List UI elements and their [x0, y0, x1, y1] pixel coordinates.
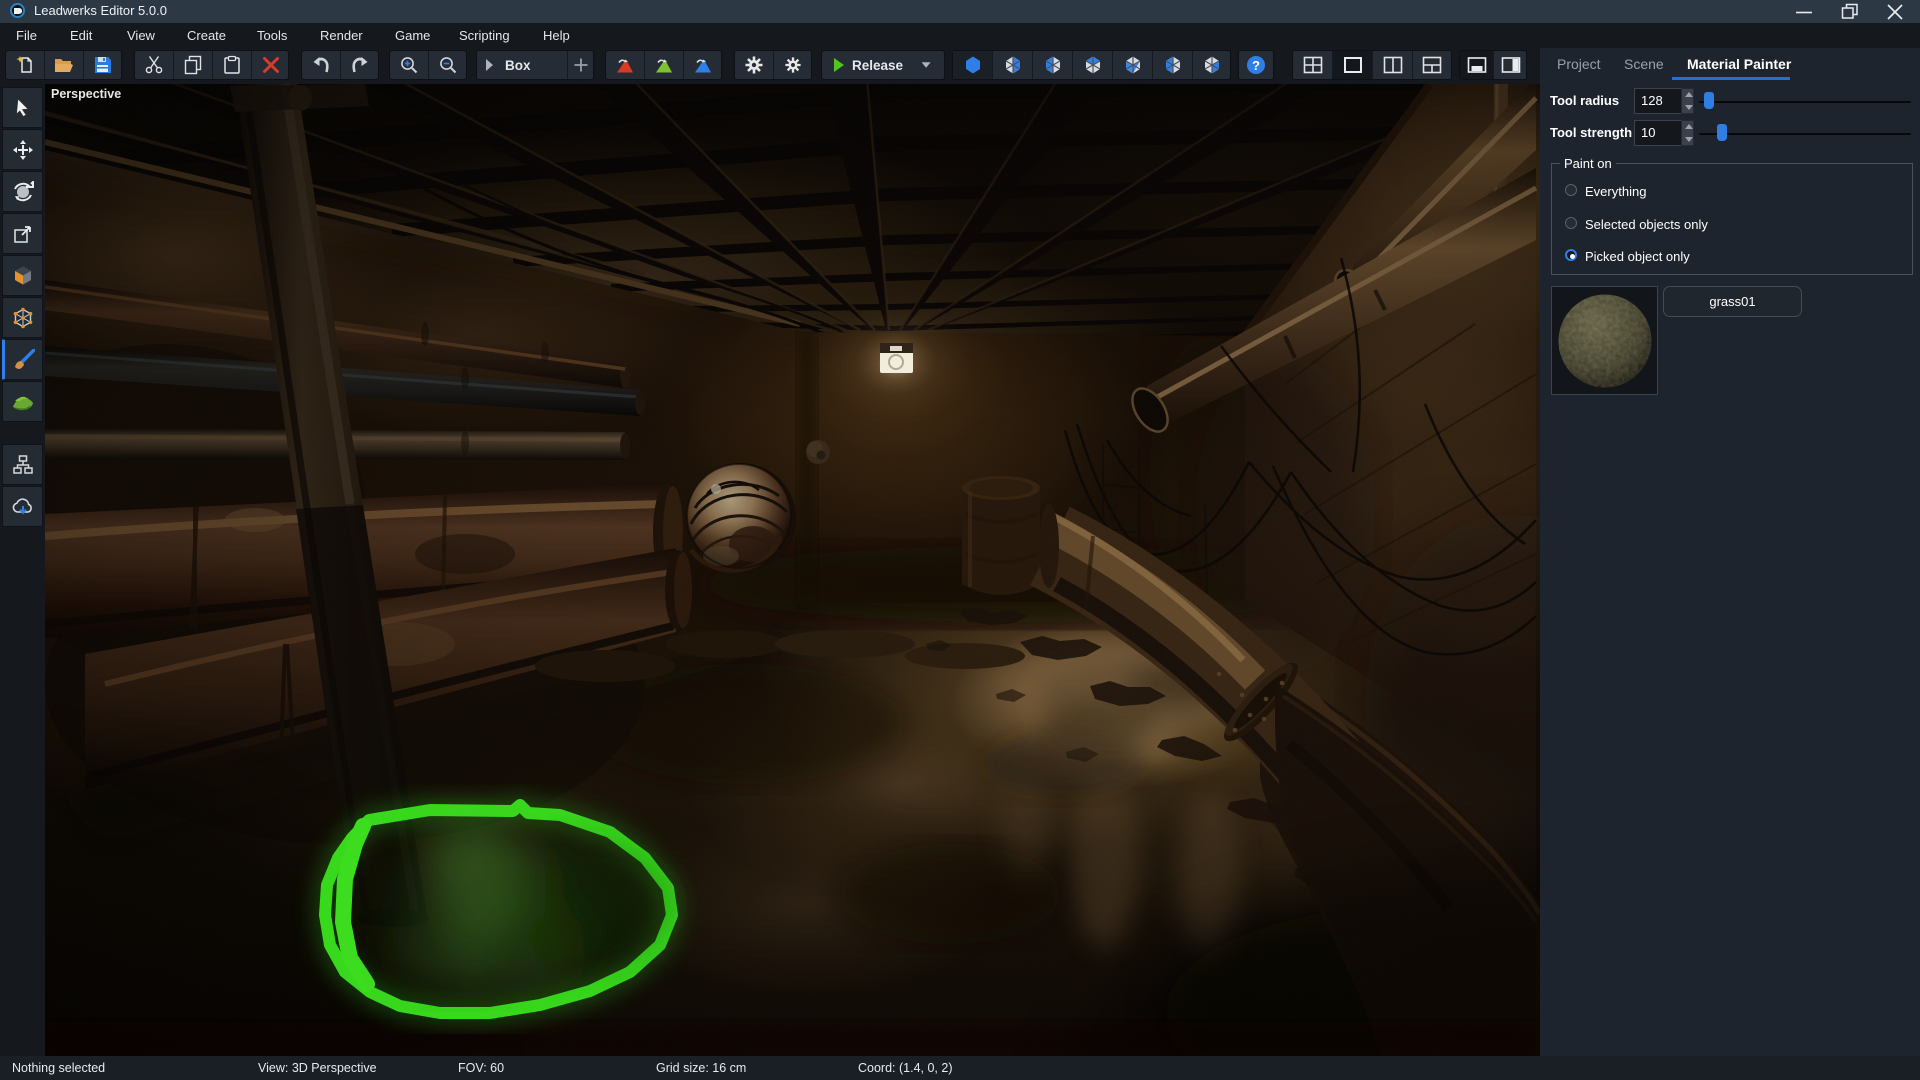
svg-text:Release: Release [852, 58, 904, 73]
svg-text:?: ? [1252, 58, 1260, 73]
svg-text:Box: Box [505, 58, 531, 73]
